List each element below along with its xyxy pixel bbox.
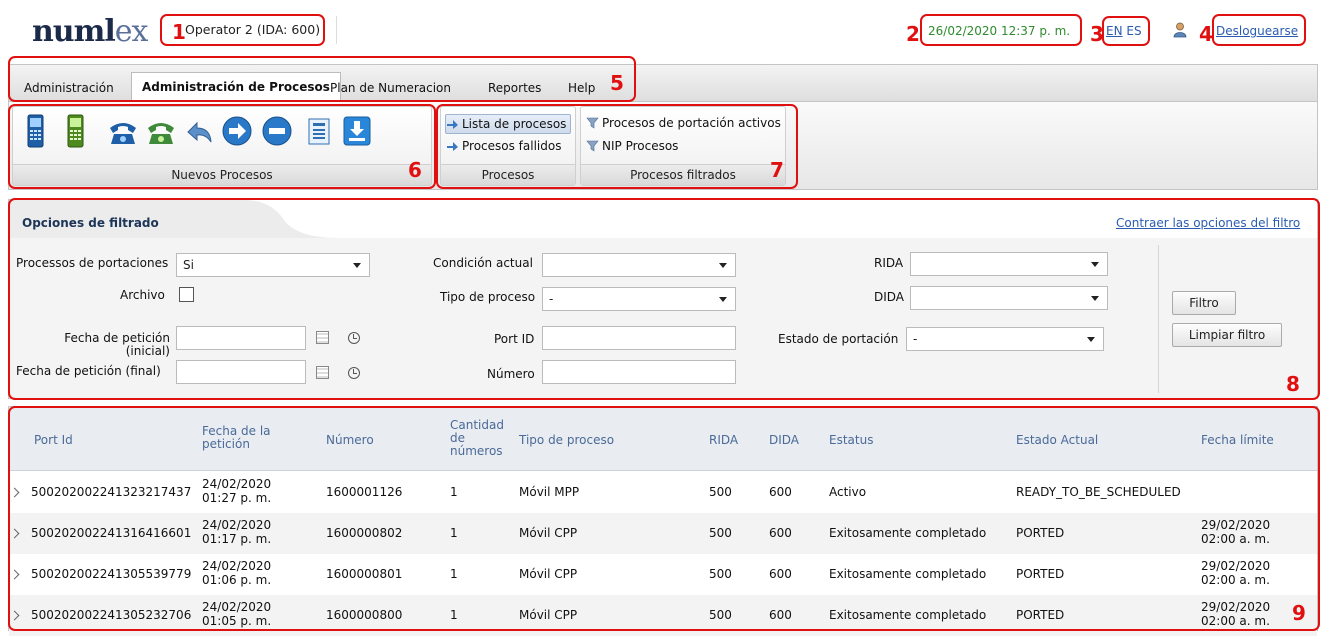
annotation-box-8 <box>8 198 1320 400</box>
annotation-label-5: 5 <box>610 71 624 95</box>
annotation-box-3 <box>1102 16 1150 46</box>
annotation-box-2 <box>920 14 1082 46</box>
annotation-box-4 <box>1212 14 1306 46</box>
annotation-label-2: 2 <box>906 22 920 46</box>
annotation-label-4: 4 <box>1199 22 1213 46</box>
annotation-label-3: 3 <box>1090 22 1104 46</box>
header-divider <box>336 16 337 44</box>
annotation-label-7: 7 <box>770 158 784 182</box>
annotation-box-7 <box>436 104 798 189</box>
user-icon <box>1173 22 1187 38</box>
annotation-box-9 <box>8 406 1320 631</box>
numlex-logo: numlex <box>32 14 148 49</box>
annotation-label-9: 9 <box>1292 601 1306 625</box>
annotation-label-6: 6 <box>408 158 422 182</box>
annotation-box-5 <box>8 56 636 102</box>
annotation-label-1: 1 <box>172 20 186 44</box>
annotation-box-6 <box>8 104 436 189</box>
annotation-label-8: 8 <box>1286 372 1300 396</box>
